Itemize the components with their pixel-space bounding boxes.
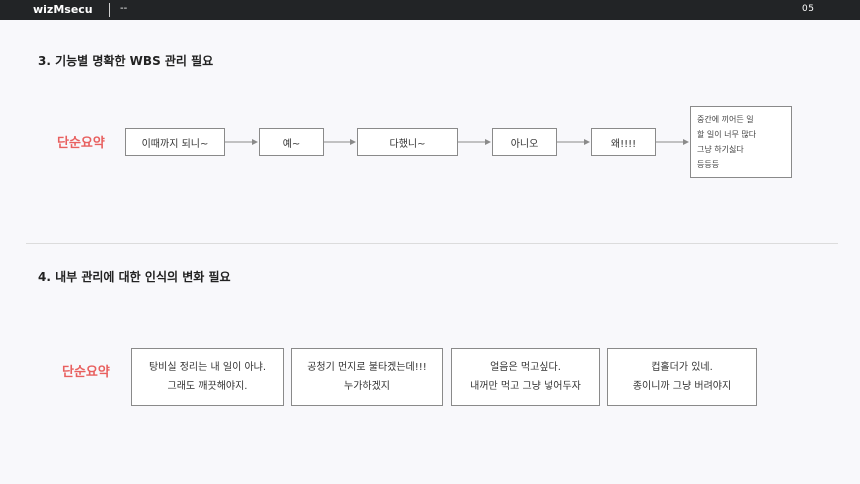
card-line-2: 내꺼만 먹고 그냥 넣어두자 xyxy=(470,381,581,392)
flow-step-2: 예~ xyxy=(259,128,324,156)
flow-step-3: 다했니~ xyxy=(357,128,458,156)
note-line: 할 일이 너무 많다 xyxy=(697,130,757,139)
topbar-divider xyxy=(109,3,110,17)
summary-card-2: 공청기 먼지로 불타겠는데!!! 누가하겠지 xyxy=(291,348,443,406)
section-4-summary-label: 단순요약 xyxy=(62,365,110,380)
top-bar: wizMsecu -- 05 xyxy=(0,0,860,20)
brand-logo-text: wizMsecu xyxy=(33,3,93,16)
card-line-1: 컵홀더가 있네. xyxy=(651,362,713,373)
card-line-2: 종이니까 그냥 버려야지 xyxy=(632,381,732,392)
section-4-heading: 4. 내부 관리에 대한 인식의 변화 필요 xyxy=(38,270,231,284)
section-3-summary-label: 단순요약 xyxy=(57,136,105,151)
topbar-title: -- xyxy=(120,3,128,14)
reasons-note-box: 중간에 끼어든 일 할 일이 너무 많다 그냥 하기싫다 등등등 xyxy=(690,106,792,178)
flow-step-1: 이때까지 되니~ xyxy=(125,128,225,156)
summary-card-1: 탕비실 정리는 내 일이 아냐. 그래도 깨끗해야지. xyxy=(131,348,284,406)
card-line-1: 얼음은 먹고싶다. xyxy=(490,362,561,373)
note-line: 중간에 끼어든 일 xyxy=(697,115,754,124)
summary-card-3: 얼음은 먹고싶다. 내꺼만 먹고 그냥 넣어두자 xyxy=(451,348,600,406)
card-line-2: 그래도 깨끗해야지. xyxy=(167,381,248,392)
section-divider xyxy=(26,243,838,244)
page-number: 05 xyxy=(802,4,815,14)
note-line: 그냥 하기싫다 xyxy=(697,145,744,154)
note-line: 등등등 xyxy=(697,160,720,169)
section-3-heading: 3. 기능별 명확한 WBS 관리 필요 xyxy=(38,54,214,68)
card-line-1: 탕비실 정리는 내 일이 아냐. xyxy=(148,362,267,373)
summary-card-4: 컵홀더가 있네. 종이니까 그냥 버려야지 xyxy=(607,348,757,406)
flow-step-4: 아니오 xyxy=(492,128,557,156)
flow-arrows xyxy=(225,139,689,145)
flow-step-5: 왜!!!! xyxy=(591,128,656,156)
card-line-1: 공청기 먼지로 불타겠는데!!! xyxy=(307,362,427,373)
card-line-2: 누가하겠지 xyxy=(344,381,390,392)
